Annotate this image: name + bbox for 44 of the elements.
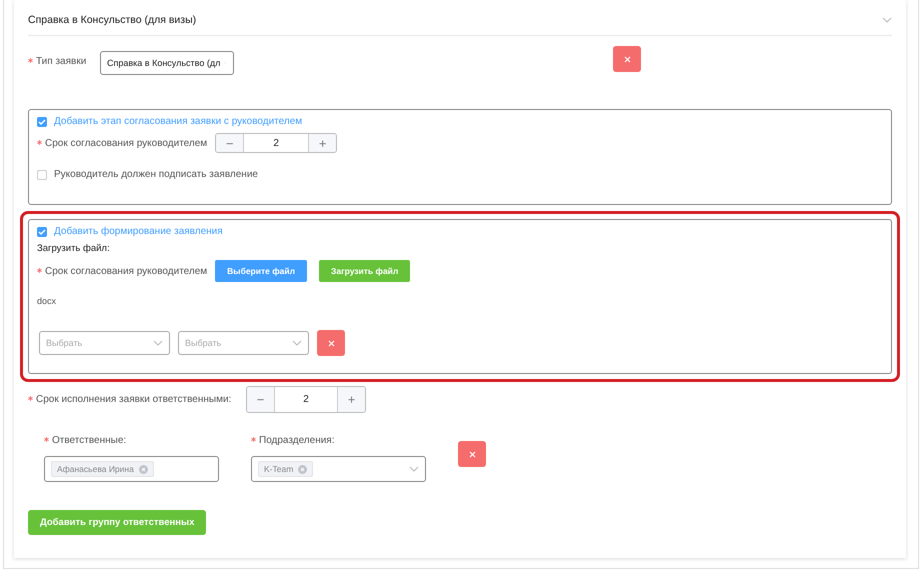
- delete-button[interactable]: [317, 330, 345, 356]
- responsible-tag: Афанасьева Ирина: [51, 461, 154, 477]
- checkbox-label[interactable]: Добавить формирование заявления: [54, 226, 223, 237]
- select-field[interactable]: Выбрать: [178, 331, 309, 355]
- field-label: Подразделения:: [259, 435, 335, 446]
- delete-button[interactable]: [458, 441, 486, 467]
- delete-button[interactable]: [613, 46, 641, 72]
- panel-header[interactable]: Справка в Консульство (для визы): [28, 4, 892, 36]
- chevron-down-icon: [882, 16, 892, 22]
- select-field[interactable]: Выбрать: [39, 331, 170, 355]
- field-label: Тип заявки: [36, 56, 86, 67]
- chevron-down-icon: [292, 340, 302, 346]
- upload-file-button[interactable]: Загрузить файл: [319, 260, 410, 282]
- checkbox[interactable]: [37, 170, 47, 180]
- checkbox[interactable]: [37, 116, 47, 126]
- number-stepper[interactable]: − 2 +: [215, 133, 338, 153]
- department-tag: K-Team: [258, 461, 314, 477]
- responsible-field[interactable]: Афанасьева Ирина: [44, 456, 219, 482]
- add-group-button[interactable]: Добавить группу ответственных: [28, 510, 206, 535]
- checkbox-label[interactable]: Добавить этап согласования заявки с руководителем: [54, 116, 302, 127]
- increment-button[interactable]: +: [309, 134, 336, 152]
- field-label: Ответственные:: [52, 435, 126, 446]
- upload-label: Загрузить файл:: [37, 243, 111, 254]
- chevron-down-icon: [409, 466, 419, 472]
- checkbox[interactable]: [37, 226, 47, 236]
- close-icon: [468, 450, 476, 458]
- field-label: Срок исполнения заявки ответственными:: [36, 394, 232, 405]
- department-field[interactable]: K-Team: [251, 456, 426, 482]
- file-type-text: docx: [37, 296, 58, 306]
- remove-tag-icon[interactable]: [298, 464, 308, 474]
- field-label: Срок согласования руководителем: [45, 266, 208, 276]
- chevron-down-icon: [153, 340, 163, 346]
- close-icon: [624, 56, 630, 62]
- panel-title: Справка в Консульство (для визы): [28, 14, 196, 26]
- remove-tag-icon[interactable]: [138, 464, 148, 474]
- decrement-button[interactable]: −: [216, 134, 244, 152]
- decrement-button[interactable]: −: [247, 387, 274, 412]
- close-icon: [328, 340, 334, 346]
- checkbox-label[interactable]: Руководитель должен подписать заявление: [54, 169, 258, 180]
- choose-file-button[interactable]: Выберите файл: [215, 260, 308, 282]
- request-type-select[interactable]: Справка в Консульство (дл: [100, 51, 234, 75]
- increment-button[interactable]: +: [338, 387, 365, 412]
- number-stepper[interactable]: − 2 +: [246, 386, 366, 413]
- field-label: Срок согласования руководителем: [45, 138, 208, 148]
